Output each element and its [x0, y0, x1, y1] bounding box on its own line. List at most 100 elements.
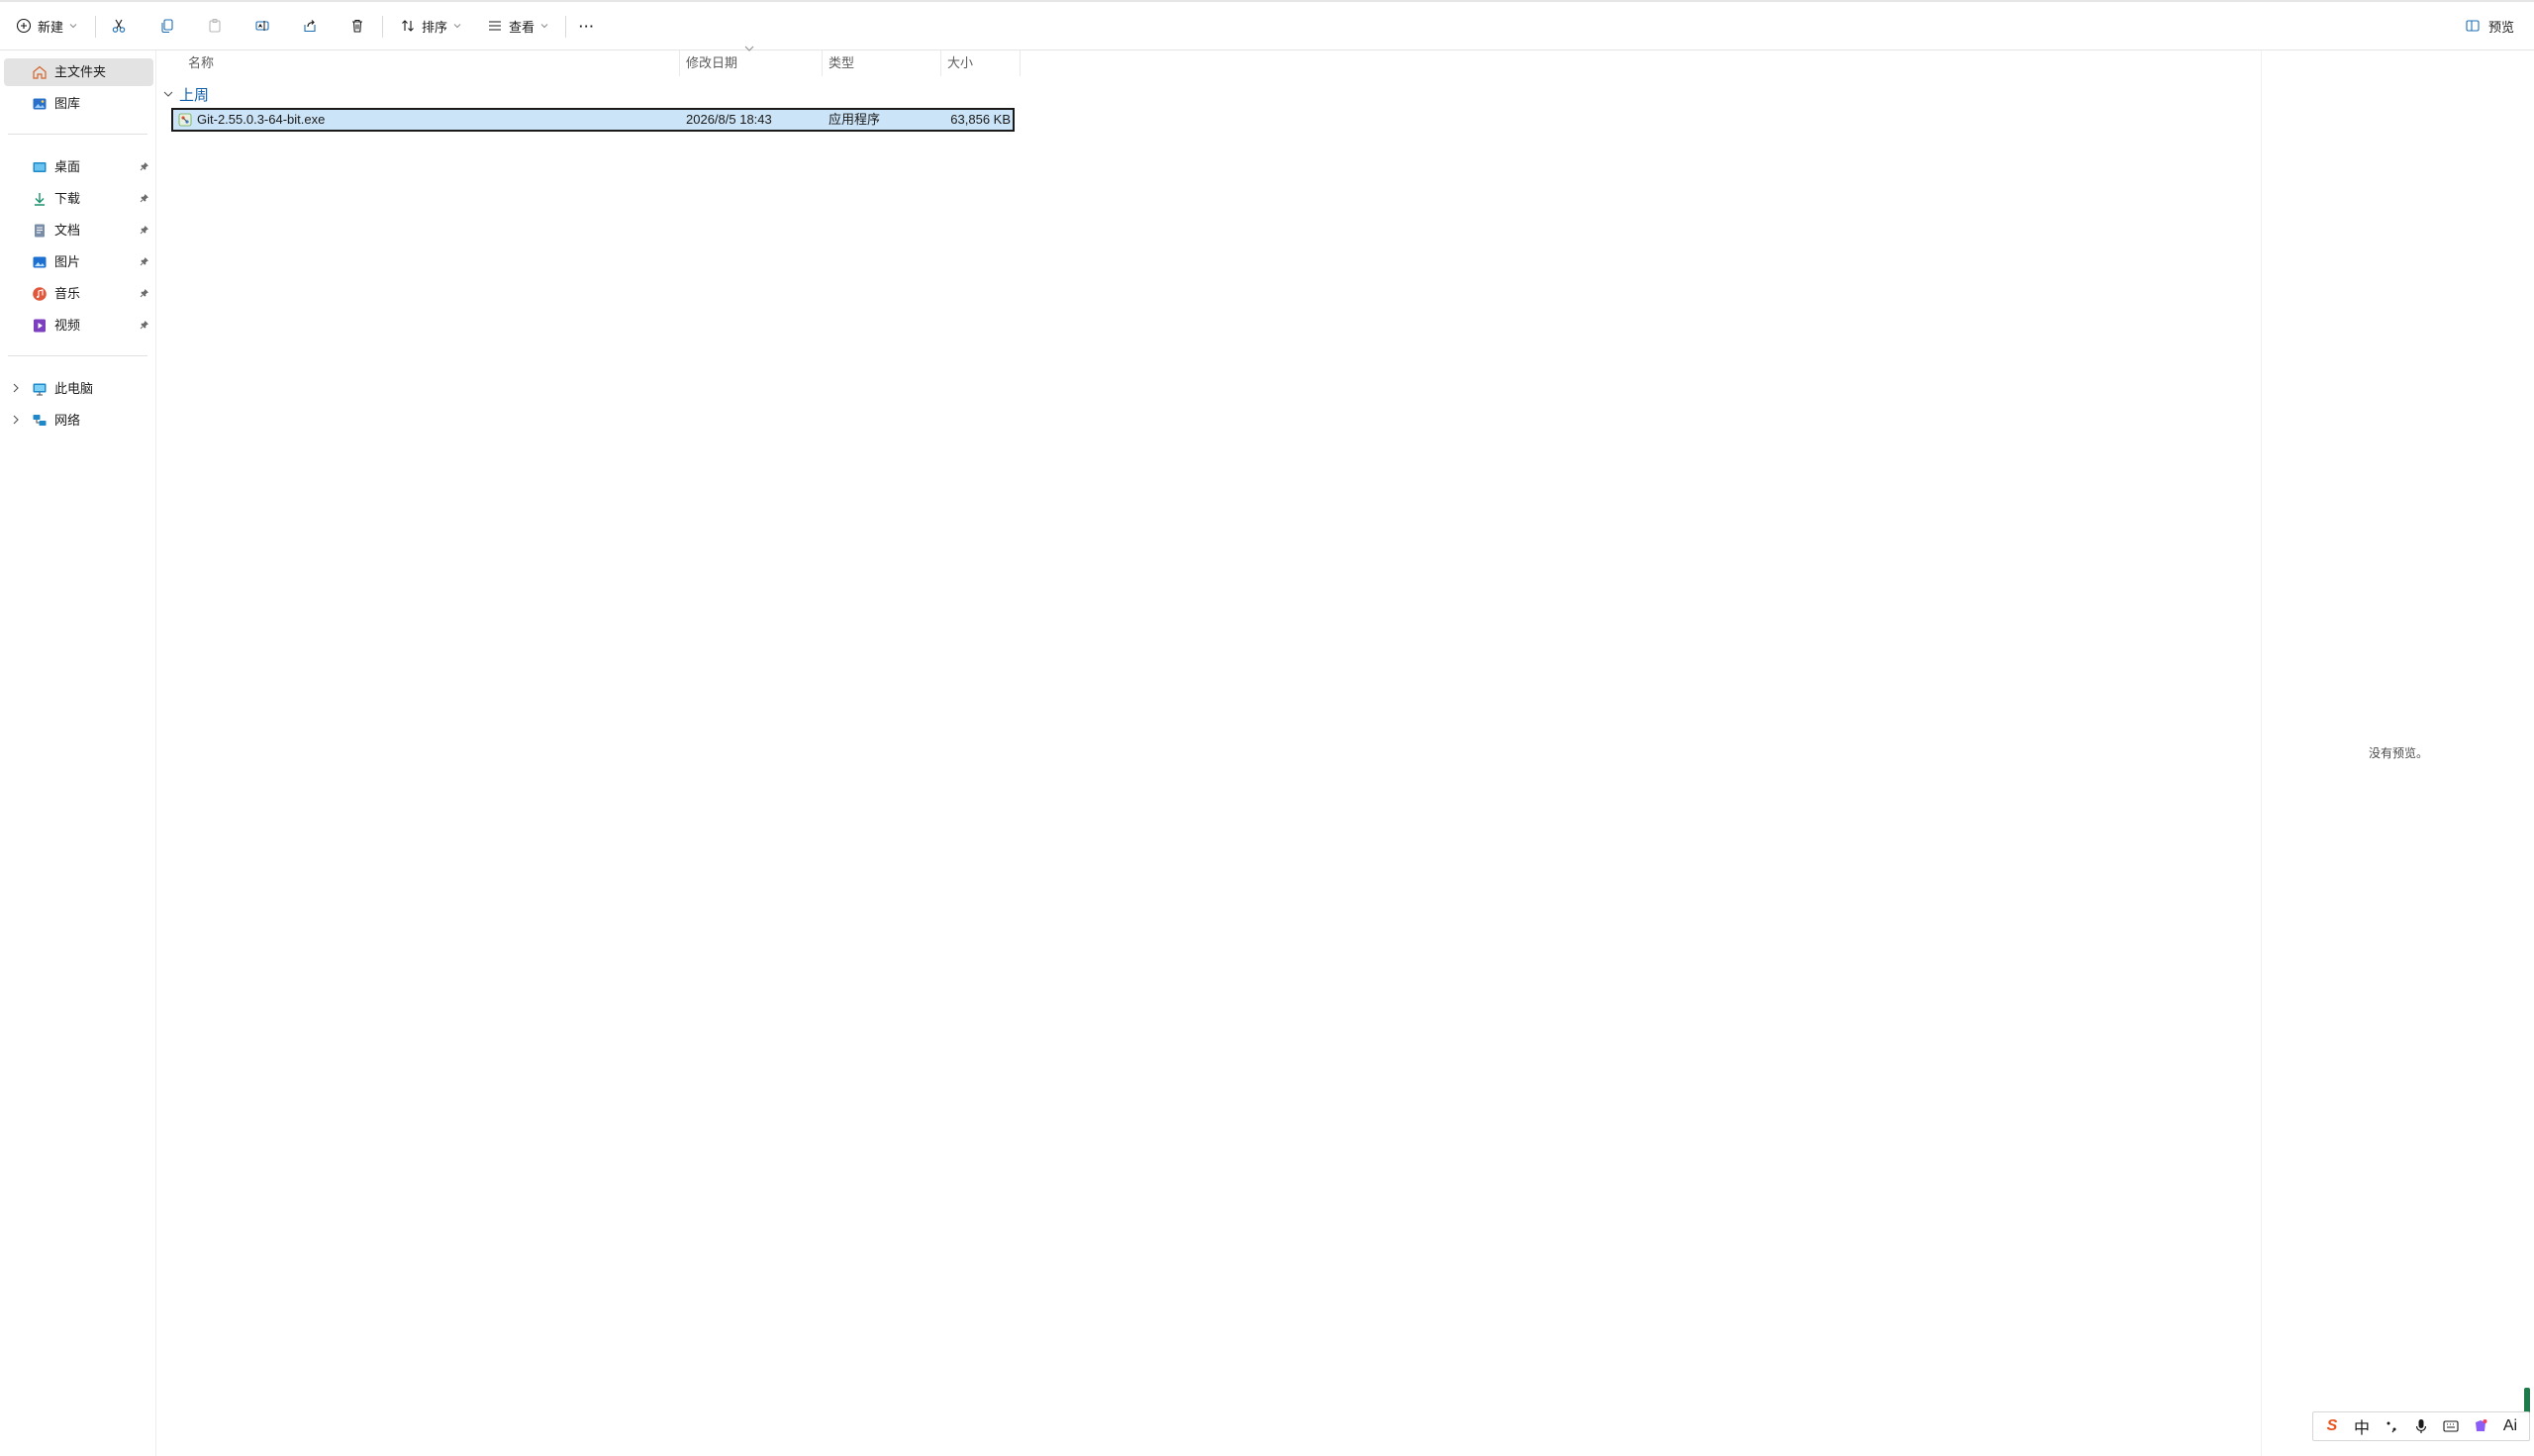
column-header-type[interactable]: 类型: [828, 50, 854, 76]
new-button-label: 新建: [38, 19, 64, 35]
toolbar-divider: [565, 16, 566, 38]
sidebar-item-pictures[interactable]: 图片: [4, 248, 153, 276]
more-options-icon: ···: [579, 18, 595, 34]
preview-pane-divider[interactable]: [2261, 50, 2262, 1456]
column-header-size[interactable]: 大小: [947, 50, 973, 76]
keyboard-icon[interactable]: [2439, 1414, 2463, 1438]
sort-descending-icon: [744, 46, 754, 51]
view-button-label: 查看: [509, 19, 536, 35]
home-icon: [33, 65, 47, 79]
preview-pane-icon: [2466, 20, 2480, 32]
sidebar-item-label: 文档: [54, 223, 81, 238]
preview-button-label: 预览: [2487, 19, 2514, 35]
group-header-last-week[interactable]: 上周: [163, 83, 209, 105]
skin-icon[interactable]: [2469, 1414, 2492, 1438]
share-button[interactable]: [302, 8, 318, 44]
ime-brand-logo[interactable]: S: [2320, 1414, 2344, 1438]
pin-icon[interactable]: [140, 256, 149, 266]
trash-icon: [352, 19, 362, 33]
sidebar-item-downloads[interactable]: 下载: [4, 185, 153, 213]
document-icon: [35, 224, 45, 238]
chevron-down-icon: [540, 24, 548, 29]
pin-icon[interactable]: [140, 161, 149, 171]
scissors-icon: [112, 19, 126, 33]
chevron-right-icon[interactable]: [12, 383, 20, 393]
copy-button[interactable]: [159, 8, 175, 44]
video-icon: [34, 319, 46, 333]
column-divider[interactable]: [940, 50, 941, 76]
cut-button[interactable]: [111, 8, 127, 44]
list-view-icon: [489, 21, 501, 31]
ime-mode-toggle[interactable]: 中: [2350, 1414, 2374, 1438]
column-header-name[interactable]: 名称: [188, 50, 214, 76]
file-modified: 2026/8/5 18:43: [686, 112, 772, 127]
sort-button[interactable]: 排序: [400, 8, 461, 44]
git-installer-icon: [178, 113, 192, 127]
ai-assistant-button[interactable]: Ai: [2498, 1414, 2522, 1438]
no-preview-text: 没有预览。: [2369, 746, 2429, 760]
file-size: 63,856 KB: [950, 112, 1011, 127]
command-bar: 新建 排序 查看 ··· 预览: [0, 2, 2534, 50]
chevron-down-icon: [453, 24, 461, 29]
music-icon: [33, 287, 47, 301]
sidebar-item-home[interactable]: 主文件夹: [4, 58, 153, 86]
view-button[interactable]: 查看: [487, 8, 548, 44]
file-type: 应用程序: [828, 112, 881, 127]
microphone-icon[interactable]: [2409, 1414, 2433, 1438]
file-row[interactable]: Git-2.55.0.3-64-bit.exe 2026/8/5 18:43 应…: [171, 108, 1015, 132]
gallery-icon: [33, 98, 47, 110]
punctuation-icon[interactable]: [2380, 1414, 2403, 1438]
sidebar-item-label: 网络: [54, 413, 81, 428]
chevron-right-icon[interactable]: [12, 415, 20, 425]
sidebar-item-music[interactable]: 音乐: [4, 280, 153, 308]
sidebar-item-gallery[interactable]: 图库: [4, 90, 153, 118]
chevron-down-icon: [69, 24, 77, 29]
preview-pane-button[interactable]: 预览: [2465, 8, 2514, 44]
sidebar-item-label: 图库: [54, 96, 81, 111]
add-circle-icon: [16, 18, 32, 34]
network-icon: [33, 415, 47, 426]
sort-button-label: 排序: [422, 19, 448, 35]
sidebar-item-label: 图片: [54, 254, 81, 269]
copy-icon: [161, 19, 173, 34]
sidebar-item-network[interactable]: 网络: [4, 407, 153, 435]
sidebar-item-documents[interactable]: 文档: [4, 217, 153, 244]
file-name: Git-2.55.0.3-64-bit.exe: [197, 112, 326, 127]
sidebar-item-desktop[interactable]: 桌面: [4, 153, 153, 181]
sort-icon: [402, 20, 414, 32]
column-divider[interactable]: [1020, 50, 1021, 76]
group-header-label: 上周: [179, 86, 210, 104]
column-divider[interactable]: [679, 50, 680, 76]
share-icon: [304, 20, 316, 33]
sidebar-item-label: 音乐: [54, 286, 81, 301]
chevron-down-icon: [163, 91, 173, 97]
pin-icon[interactable]: [140, 320, 149, 330]
navigation-pane: 主文件夹 图库 桌面 下载 文档 图片 音乐 视频 此电脑 网络: [0, 50, 156, 1456]
rename-button[interactable]: [254, 8, 270, 44]
download-icon: [35, 193, 45, 206]
paste-icon: [209, 18, 221, 33]
new-button[interactable]: 新建: [16, 8, 77, 44]
more-options-button[interactable]: ···: [579, 8, 595, 44]
sidebar-item-this-pc[interactable]: 此电脑: [4, 375, 153, 403]
pin-icon[interactable]: [140, 225, 149, 235]
toolbar-divider: [382, 16, 383, 38]
sidebar-item-label: 桌面: [54, 159, 81, 174]
sidebar-item-label: 此电脑: [54, 381, 94, 396]
pin-icon[interactable]: [140, 288, 149, 298]
computer-icon: [33, 383, 47, 396]
pictures-icon: [33, 256, 47, 268]
sidebar-divider: [8, 355, 147, 356]
column-header-modified[interactable]: 修改日期: [686, 50, 737, 76]
sidebar-item-label: 主文件夹: [54, 64, 107, 79]
sidebar-item-label: 视频: [54, 318, 81, 333]
delete-button[interactable]: [349, 8, 365, 44]
rename-icon: [255, 21, 269, 31]
paste-button[interactable]: [207, 8, 223, 44]
pin-icon[interactable]: [140, 193, 149, 203]
toolbar-divider: [95, 16, 96, 38]
sidebar-divider: [8, 134, 147, 135]
sidebar-item-label: 下载: [54, 191, 81, 206]
sidebar-item-videos[interactable]: 视频: [4, 312, 153, 340]
column-divider[interactable]: [822, 50, 823, 76]
